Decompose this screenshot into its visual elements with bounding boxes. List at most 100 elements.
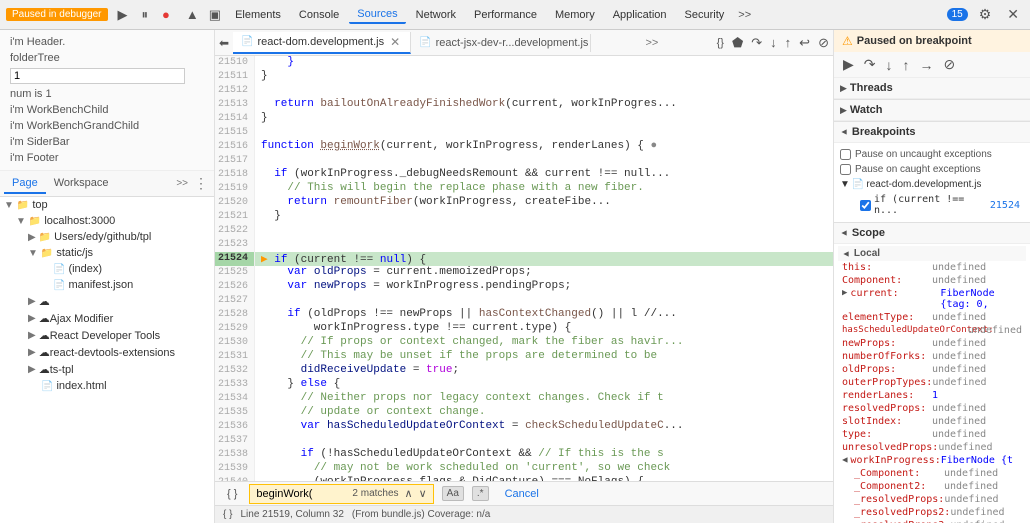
deactivate-all-btn[interactable]: ⊘ xyxy=(941,55,959,74)
bp-file-entry[interactable]: ▼ 📄 react-dom.development.js xyxy=(840,177,1024,192)
nav-performance[interactable]: Performance xyxy=(466,7,545,23)
tree-top[interactable]: ▼ 📁 top xyxy=(0,197,214,213)
pause-uncaught-option[interactable]: Pause on uncaught exceptions xyxy=(840,147,1024,162)
tree-ajax[interactable]: ▶ ☁ Ajax Modifier xyxy=(0,310,214,327)
format-icon[interactable]: {} xyxy=(713,35,728,51)
match-case-toggle[interactable]: Aa xyxy=(442,486,464,501)
tree-manifest[interactable]: 📄 manifest.json xyxy=(0,277,214,293)
panel-menu-button[interactable]: ⋮ xyxy=(192,175,210,192)
line-num-21527: 21527 xyxy=(215,294,255,308)
code-content-21526: var newProps = workInProgress.pendingPro… xyxy=(255,280,833,294)
breakpoint-icon[interactable]: ⬟ xyxy=(728,33,747,53)
code-line-21522: 21522 xyxy=(215,224,833,238)
nav-security[interactable]: Security xyxy=(677,7,733,23)
code-line-21533: 21533 } else { xyxy=(215,378,833,392)
scope-current[interactable]: ▶ current: FiberNode {tag: 0, xyxy=(838,287,1026,311)
tree-label-manifest: manifest.json xyxy=(68,279,133,291)
code-content-21522 xyxy=(255,224,833,238)
page-item-sidebar[interactable]: i'm SiderBar xyxy=(6,134,208,150)
code-area[interactable]: 21510 } 21511 } 21512 21513 return bailo… xyxy=(215,56,833,481)
tree-localhost[interactable]: ▼ 📁 localhost:3000 xyxy=(0,213,214,229)
close-devtools-icon[interactable]: ✕ xyxy=(1002,4,1024,25)
left-panel: i'm Header. folderTree num is 1 i'm Work… xyxy=(0,30,215,523)
tab-more-icon[interactable]: >> xyxy=(639,35,664,51)
local-scope-header[interactable]: ▼ Local xyxy=(838,246,1026,261)
scope-header[interactable]: ▼ Scope xyxy=(834,223,1030,244)
tree-staticjs[interactable]: ▼ 📁 static/js xyxy=(0,245,214,261)
scope-wip-resolvedprops: _resolvedProps: undefined xyxy=(838,493,1026,506)
cursor-icon[interactable]: ▣ xyxy=(205,5,225,25)
line-num-21515: 21515 xyxy=(215,126,255,140)
step-btn[interactable]: → xyxy=(917,56,937,74)
tree-cloud1[interactable]: ▶ ☁ xyxy=(0,293,214,310)
step-back-icon[interactable]: ↩ xyxy=(795,33,814,53)
page-item-footer[interactable]: i'm Footer xyxy=(6,150,208,166)
search-field[interactable] xyxy=(256,488,346,500)
nav-more-icon[interactable]: >> xyxy=(734,7,755,23)
tab-more[interactable]: >> xyxy=(172,176,192,191)
nav-network[interactable]: Network xyxy=(408,7,464,23)
search-next-btn[interactable]: ∨ xyxy=(419,487,427,500)
cursor-position: { } xyxy=(223,509,232,520)
pause-uncaught-checkbox[interactable] xyxy=(840,149,851,160)
tree-tstpl[interactable]: ▶ ☁ ts-tpl xyxy=(0,361,214,378)
tree-reactdev[interactable]: ▶ ☁ React Developer Tools xyxy=(0,327,214,344)
bp-file-icon: 📄 xyxy=(852,179,864,190)
breakpoints-header[interactable]: ▼ Breakpoints xyxy=(834,122,1030,143)
code-content-21520: return remountFiber(workInProgress, crea… xyxy=(255,196,833,210)
tab-react-dom[interactable]: 📄 react-dom.development.js ✕ xyxy=(233,32,411,54)
pause-caught-option[interactable]: Pause on caught exceptions xyxy=(840,162,1024,177)
tree-indexhtml[interactable]: 📄 index.html xyxy=(0,378,214,394)
line-num-21528: 21528 xyxy=(215,308,255,322)
cancel-search-button[interactable]: Cancel xyxy=(497,487,547,501)
line-num-21513: 21513 xyxy=(215,98,255,112)
step-out-icon[interactable]: ↑ xyxy=(781,33,796,52)
settings-icon[interactable]: ⚙ xyxy=(974,4,997,25)
step-out-btn[interactable]: ↑ xyxy=(900,56,913,74)
deactivate-bp-icon[interactable]: ⊘ xyxy=(814,33,833,53)
tree-reactdevtools-ext[interactable]: ▶ ☁ react-devtools-extensions xyxy=(0,344,214,361)
line-num-21519: 21519 xyxy=(215,182,255,196)
tab-close-icon[interactable]: ✕ xyxy=(388,35,402,49)
step-into-btn[interactable]: ↓ xyxy=(883,56,896,74)
pause-caught-checkbox[interactable] xyxy=(840,164,851,175)
record-button[interactable]: ● xyxy=(158,5,174,24)
scope-unresolvedprops: unresolvedProps: undefined xyxy=(838,441,1026,454)
resume-btn[interactable]: ▶ xyxy=(840,55,857,74)
page-item-workbench[interactable]: i'm WorkBenchChild xyxy=(6,102,208,118)
nav-console[interactable]: Console xyxy=(291,7,347,23)
format-btn-label[interactable]: { } xyxy=(223,486,241,502)
line-num-21522: 21522 xyxy=(215,224,255,238)
watch-header[interactable]: ▶ Watch xyxy=(834,100,1030,121)
threads-header[interactable]: ▶ Threads xyxy=(834,78,1030,99)
nav-elements[interactable]: Elements xyxy=(227,7,289,23)
play-button[interactable]: ▶ xyxy=(114,5,132,25)
pause-button[interactable]: ⏸ xyxy=(138,5,153,25)
scope-wip-resolvedprops2: _resolvedProps2: undefined xyxy=(838,506,1026,519)
inspect-icon[interactable]: ▲ xyxy=(182,5,203,24)
go-back-icon[interactable]: ⬅ xyxy=(215,34,233,52)
bp-line-entry[interactable]: if (current !== n... 21524 xyxy=(840,192,1024,218)
step-in-icon[interactable]: ↓ xyxy=(766,33,781,52)
bp-line-checkbox[interactable] xyxy=(860,200,871,211)
page-item-foldertree[interactable]: folderTree xyxy=(6,50,208,66)
page-item-workbenchgrand[interactable]: i'm WorkBenchGrandChild xyxy=(6,118,208,134)
nav-sources[interactable]: Sources xyxy=(349,6,405,24)
scope-key-current: current: xyxy=(850,288,940,299)
step-over-icon[interactable]: ↷ xyxy=(747,33,766,53)
nav-memory[interactable]: Memory xyxy=(547,7,603,23)
tab-page[interactable]: Page xyxy=(4,174,46,194)
regex-toggle[interactable]: .* xyxy=(472,486,489,501)
tab-workspace[interactable]: Workspace xyxy=(46,174,117,194)
tree-users[interactable]: ▶ 📁 Users/edy/github/tpl xyxy=(0,229,214,245)
search-input[interactable] xyxy=(10,68,185,84)
tree-index[interactable]: 📄 (index) xyxy=(0,261,214,277)
code-line-21539: 21539 // may not be work scheduled on 'c… xyxy=(215,462,833,476)
search-prev-btn[interactable]: ∧ xyxy=(405,487,413,500)
page-item-header[interactable]: i'm Header. xyxy=(6,34,208,50)
scope-workinprogress[interactable]: ▼ workInProgress: FiberNode {t xyxy=(838,454,1026,467)
nav-application[interactable]: Application xyxy=(605,7,675,23)
tab-react-jsx[interactable]: 📄 react-jsx-dev-r...development.js xyxy=(411,34,591,52)
step-over-btn[interactable]: ↷ xyxy=(861,55,879,74)
scope-type: type: undefined xyxy=(838,428,1026,441)
